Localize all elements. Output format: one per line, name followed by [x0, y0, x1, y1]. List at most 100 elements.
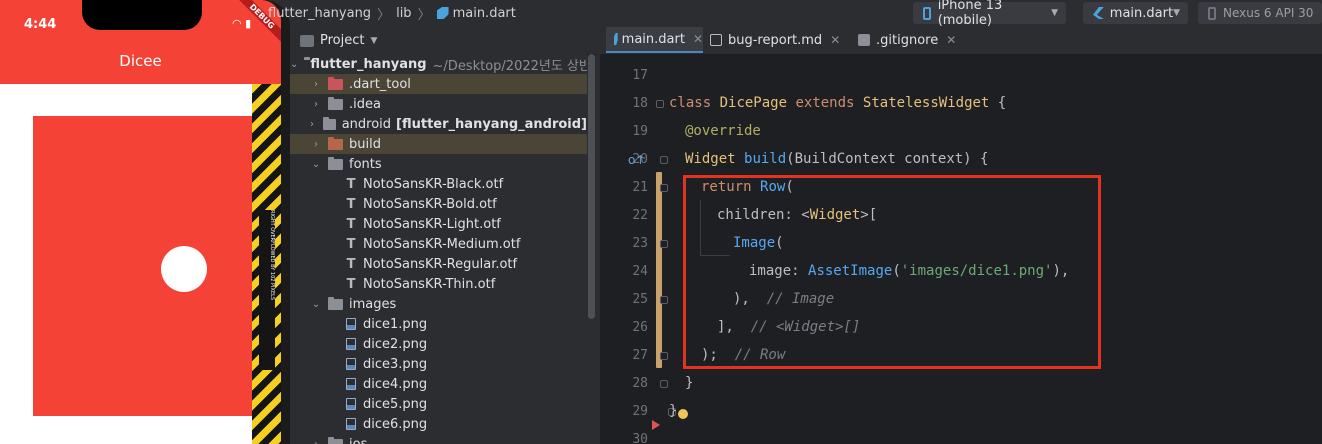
- chevron-right-icon[interactable]: ›: [310, 79, 322, 90]
- tree-item[interactable]: dice1.png: [290, 314, 587, 334]
- emulator-selector[interactable]: Nexus 6 API 30: [1198, 2, 1322, 24]
- tree-item[interactable]: › build: [290, 134, 587, 154]
- highlight-annotation-box: [683, 175, 1101, 369]
- chevron-down-icon[interactable]: ⌄: [310, 299, 322, 310]
- tree-item[interactable]: dice5.png: [290, 394, 587, 414]
- run-config-selector[interactable]: main.dart ▼: [1083, 2, 1188, 24]
- chevron-down-icon[interactable]: ⌄: [310, 159, 322, 170]
- project-panel-header: Project ▼ ⊕⇳⇕⚙−: [290, 27, 851, 55]
- tree-item[interactable]: › .dart_tool: [290, 74, 587, 94]
- phone-notch: [82, 0, 202, 30]
- chevron-right-icon: 〉: [377, 7, 391, 23]
- tree-item[interactable]: T NotoSansKR-Light.otf: [290, 214, 587, 234]
- line-number: 18: [632, 96, 648, 111]
- fold-icon[interactable]: [660, 240, 668, 248]
- markdown-file-icon: [710, 34, 722, 46]
- tree-item[interactable]: › android [flutter_hanyang_android]: [290, 114, 587, 134]
- flutter-icon: [1093, 7, 1104, 19]
- tree-item[interactable]: T NotoSansKR-Regular.otf: [290, 254, 587, 274]
- tree-item[interactable]: T NotoSansKR-Medium.otf: [290, 234, 587, 254]
- tree-item[interactable]: T NotoSansKR-Black.otf: [290, 174, 587, 194]
- code-line-29: }: [669, 403, 678, 419]
- breadcrumb-project[interactable]: flutter_hanyang: [268, 6, 371, 21]
- tree-item[interactable]: dice6.png: [290, 414, 587, 434]
- override-gutter-icon[interactable]: o↑: [628, 153, 645, 167]
- image-file-icon: [346, 398, 356, 410]
- tree-item[interactable]: T NotoSansKR-Thin.otf: [290, 274, 587, 294]
- tree-item[interactable]: › ios: [290, 434, 587, 444]
- chevron-down-icon: ▼: [1173, 8, 1180, 18]
- close-icon[interactable]: ✕: [693, 32, 703, 46]
- dart-file-icon: [436, 7, 449, 19]
- folder-icon: [328, 296, 343, 310]
- line-number: 23: [632, 236, 648, 251]
- tab-bug-report[interactable]: bug-report.md ✕: [710, 27, 850, 53]
- image-file-icon: [346, 378, 356, 390]
- fold-icon[interactable]: [660, 352, 668, 360]
- chevron-down-icon: ▼: [1051, 8, 1058, 18]
- line-number: 22: [632, 208, 648, 223]
- line-number: 25: [632, 292, 648, 307]
- emulator-icon: [1208, 6, 1216, 20]
- line-number: 28: [632, 376, 648, 391]
- image-file-icon: [346, 318, 356, 330]
- chevron-down-icon[interactable]: ▼: [370, 36, 377, 46]
- tree-item[interactable]: dice2.png: [290, 334, 587, 354]
- chevron-right-icon[interactable]: ›: [310, 99, 322, 110]
- tab-main-dart[interactable]: main.dart ✕: [606, 27, 703, 53]
- line-number: 24: [632, 264, 648, 279]
- phone-simulator: 4:44 ◠ ▮ DEBUG Dicee RIGHT OVERFLOWED BY…: [0, 0, 290, 444]
- tab-gitignore[interactable]: .gitignore ✕: [858, 27, 958, 53]
- fold-icon[interactable]: [660, 184, 668, 192]
- fold-icon[interactable]: [660, 296, 668, 304]
- breadcrumb-lib[interactable]: lib: [396, 6, 411, 21]
- close-icon[interactable]: ✕: [830, 33, 840, 47]
- dart-file-icon: [614, 33, 618, 45]
- font-file-icon: T: [346, 256, 356, 272]
- fold-icon[interactable]: [660, 156, 668, 164]
- breadcrumb-file[interactable]: main.dart: [453, 6, 516, 21]
- chevron-right-icon: 〉: [417, 7, 431, 23]
- excluded-folder-icon: [328, 76, 343, 90]
- wifi-icon: ◠ ▮: [232, 17, 252, 30]
- tree-item[interactable]: dice4.png: [290, 374, 587, 394]
- code-line-20: Widget build(BuildContext context) {: [685, 151, 989, 167]
- project-panel-title[interactable]: Project: [320, 33, 364, 48]
- lightbulb-icon[interactable]: [678, 409, 688, 419]
- tree-item[interactable]: ⌄ fonts: [290, 154, 587, 174]
- gitignore-file-icon: [858, 34, 870, 46]
- breadcrumb: flutter_hanyang 〉 lib 〉 main.dart: [268, 0, 588, 26]
- folder-icon: [328, 156, 343, 170]
- tree-item[interactable]: › .idea: [290, 94, 587, 114]
- run-config-label: main.dart: [1109, 5, 1174, 21]
- tree-item[interactable]: ⌄ images: [290, 294, 587, 314]
- dice-image: [33, 116, 263, 416]
- chevron-down-icon[interactable]: ⌄: [290, 59, 298, 70]
- code-line-18: class DicePage extends StatelessWidget {: [669, 95, 1007, 111]
- device-selector-label: iPhone 13 (mobile): [937, 0, 1003, 28]
- close-icon[interactable]: ✕: [946, 33, 956, 47]
- run-gutter-icon[interactable]: [652, 420, 660, 430]
- fold-icon[interactable]: [656, 100, 664, 108]
- project-tree-scrollbar[interactable]: [588, 54, 595, 319]
- tree-item[interactable]: T NotoSansKR-Bold.otf: [290, 194, 587, 214]
- status-time: 4:44: [24, 17, 57, 32]
- line-number: 27: [632, 348, 648, 363]
- tree-item[interactable]: ⌄ flutter_hanyang ~/Desktop/2022년도 상반기: [290, 54, 587, 74]
- chevron-right-icon[interactable]: ›: [310, 139, 322, 150]
- vcs-change-marker[interactable]: [656, 172, 662, 368]
- module-folder-icon: [323, 116, 336, 130]
- tree-item[interactable]: dice3.png: [290, 354, 587, 374]
- chevron-right-icon[interactable]: ›: [307, 119, 317, 130]
- image-file-icon: [346, 358, 356, 370]
- font-file-icon: T: [346, 276, 356, 292]
- font-file-icon: T: [346, 216, 356, 232]
- chevron-right-icon[interactable]: ›: [310, 439, 322, 444]
- emulator-label: Nexus 6 API 30: [1223, 6, 1314, 20]
- fold-icon[interactable]: [660, 380, 668, 388]
- font-file-icon: T: [346, 196, 356, 212]
- dice-pip: [161, 246, 207, 292]
- line-number: 17: [632, 68, 648, 83]
- device-selector[interactable]: iPhone 13 (mobile) ▼: [913, 0, 1066, 28]
- line-number: 26: [632, 320, 648, 335]
